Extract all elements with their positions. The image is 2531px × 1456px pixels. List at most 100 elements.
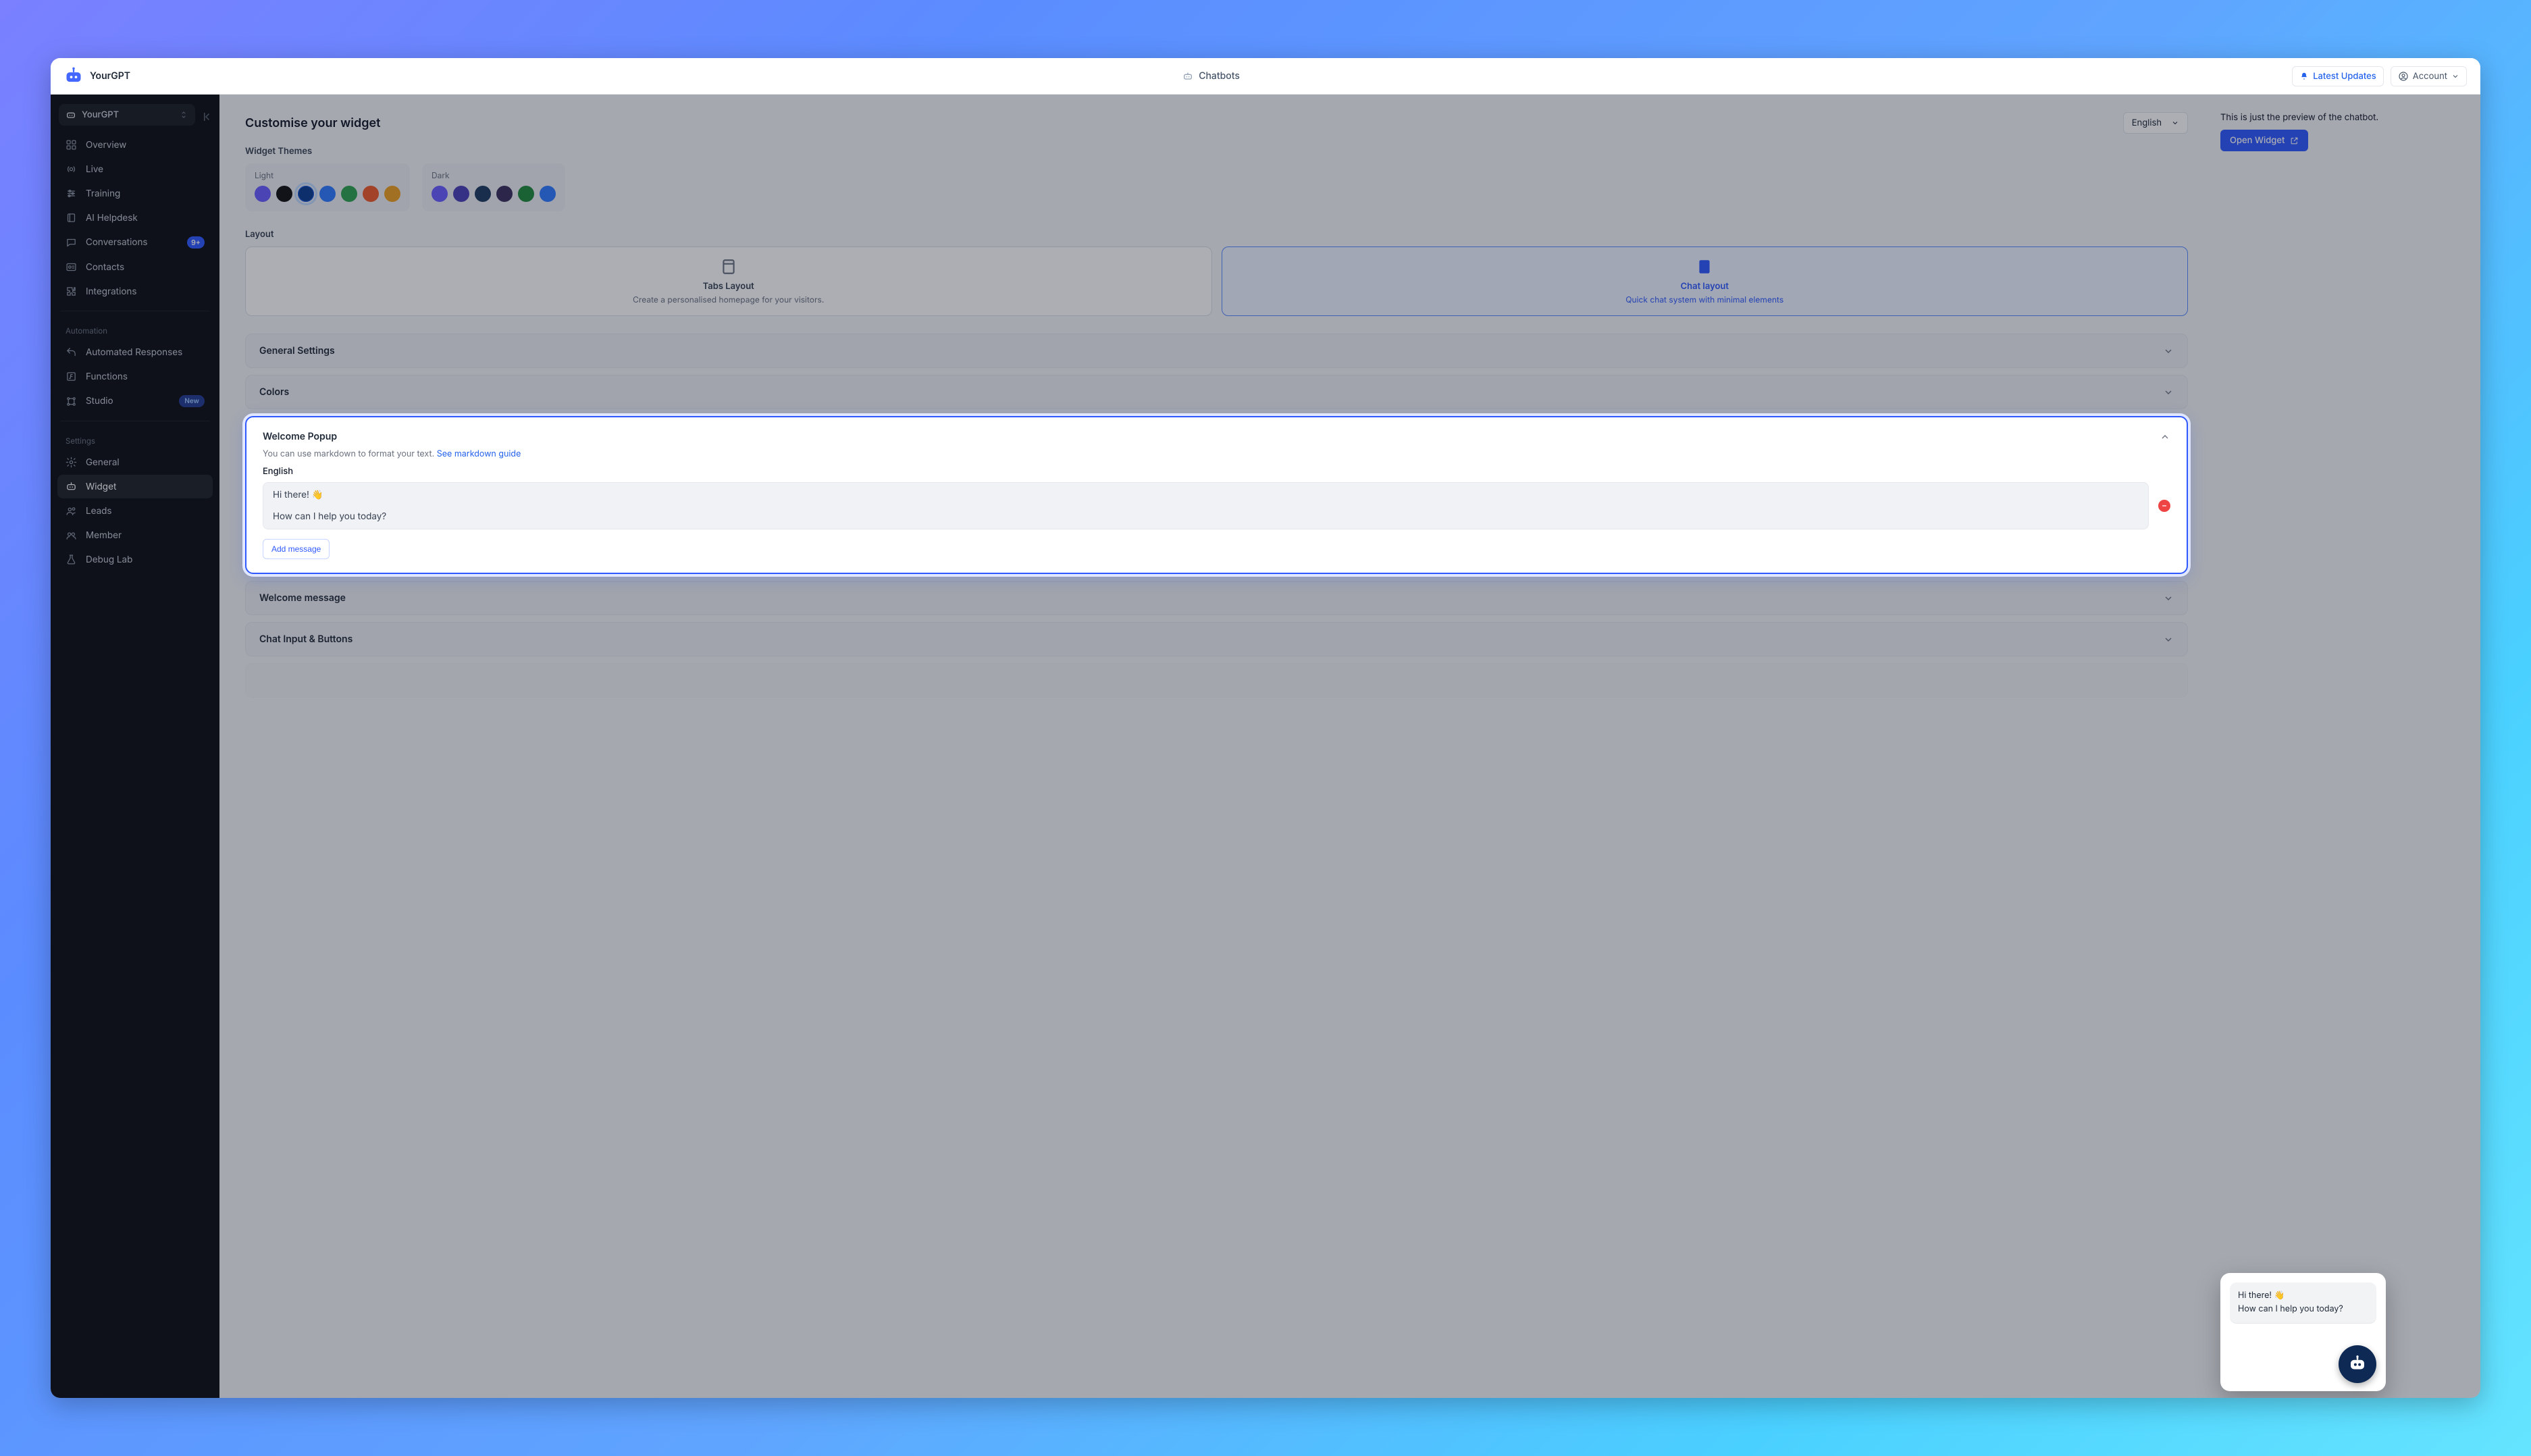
function-icon — [66, 371, 77, 382]
chevron-down-icon — [2171, 119, 2179, 127]
sidebar: YourGPT OverviewLiveTrainingAI HelpdeskC… — [51, 95, 219, 1398]
chat-icon — [66, 237, 77, 249]
chevron-down-icon — [2163, 346, 2174, 357]
gear-icon — [66, 457, 77, 468]
sidebar-item-label: Widget — [86, 482, 116, 492]
members-icon — [66, 529, 77, 541]
latest-updates-label: Latest Updates — [2313, 71, 2376, 82]
welcome-popup-message-input[interactable]: Hi there! 👋 How can I help you today? — [263, 482, 2149, 529]
flask-icon — [66, 554, 77, 565]
workspace-name: YourGPT — [82, 109, 174, 120]
theme-card-light: Light — [245, 163, 410, 211]
bot-mini-icon — [1182, 71, 1193, 82]
top-center-tab[interactable]: Chatbots — [130, 70, 2292, 82]
account-dropdown[interactable]: Account — [2391, 66, 2467, 86]
add-message-button[interactable]: Add message — [263, 539, 330, 559]
welcome-popup-help: You can use markdown to format your text… — [263, 449, 2170, 459]
puzzle-icon — [66, 286, 77, 297]
layout-tabs-title: Tabs Layout — [259, 281, 1198, 292]
accordion-partial[interactable] — [245, 663, 2188, 698]
accordion-general-title: General Settings — [259, 345, 335, 357]
page-language-value: English — [2132, 118, 2162, 128]
account-label: Account — [2413, 71, 2447, 82]
chevron-down-icon — [2451, 72, 2459, 80]
sidebar-item-live[interactable]: Live — [57, 157, 213, 181]
accordion-chat-input[interactable]: Chat Input & Buttons — [245, 622, 2188, 656]
open-widget-button[interactable]: Open Widget — [2220, 130, 2308, 151]
theme-light-label: Light — [255, 170, 400, 180]
sidebar-item-conversations[interactable]: Conversations9+ — [57, 230, 213, 255]
color-swatch[interactable] — [319, 186, 336, 202]
book-icon — [66, 212, 77, 224]
sidebar-item-training[interactable]: Training — [57, 182, 213, 205]
sidebar-item-label: Overview — [86, 140, 126, 151]
section-automation-label: Automation — [56, 318, 214, 340]
chevron-down-icon — [2163, 387, 2174, 398]
color-swatch[interactable] — [453, 186, 469, 202]
chevron-down-icon — [2163, 634, 2174, 645]
sidebar-item-label: Live — [86, 164, 103, 175]
accordion-welcome-popup-title: Welcome Popup — [263, 431, 337, 442]
sidebar-item-studio[interactable]: StudioNew — [57, 389, 213, 413]
sidebar-item-leads[interactable]: Leads — [57, 499, 213, 523]
chatbot-preview-card: Hi there! 👋 How can I help you today? — [2220, 1273, 2386, 1391]
color-swatch[interactable] — [475, 186, 491, 202]
sidebar-item-widget[interactable]: Widget — [57, 475, 213, 498]
theme-card-dark: Dark — [422, 163, 565, 211]
layout-tabs-desc: Create a personalised homepage for your … — [259, 294, 1198, 305]
sidebar-item-contacts[interactable]: Contacts — [57, 255, 213, 279]
accordion-partial-title — [259, 675, 262, 686]
topbar: YourGPT Chatbots Latest Updates Account — [51, 58, 2480, 95]
color-swatch[interactable] — [384, 186, 400, 202]
latest-updates-button[interactable]: Latest Updates — [2292, 66, 2384, 86]
accordion-welcome-popup[interactable]: Welcome Popup You can use markdown to fo… — [245, 416, 2188, 574]
page-language-select[interactable]: English — [2123, 112, 2188, 134]
collapse-sidebar-icon[interactable] — [202, 111, 214, 123]
layout-chat-title: Chat layout — [1236, 281, 2174, 292]
sidebar-item-functions[interactable]: Functions — [57, 365, 213, 388]
color-swatch[interactable] — [540, 186, 556, 202]
remove-message-button[interactable] — [2158, 500, 2170, 512]
sidebar-item-label: Debug Lab — [86, 554, 132, 565]
live-icon — [66, 163, 77, 175]
color-swatch[interactable] — [432, 186, 448, 202]
layout-option-chat[interactable]: Chat layout Quick chat system with minim… — [1222, 246, 2189, 316]
workspace-selector[interactable]: YourGPT — [59, 104, 195, 126]
chat-layout-icon — [1696, 258, 1713, 276]
layout-option-tabs[interactable]: Tabs Layout Create a personalised homepa… — [245, 246, 1212, 316]
reply-icon — [66, 346, 77, 358]
markdown-guide-link[interactable]: See markdown guide — [437, 449, 521, 459]
sidebar-item-debug-lab[interactable]: Debug Lab — [57, 548, 213, 571]
sidebar-item-label: Member — [86, 530, 122, 541]
accordion-colors[interactable]: Colors — [245, 375, 2188, 409]
sidebar-item-automated-responses[interactable]: Automated Responses — [57, 340, 213, 364]
themes-section-label: Widget Themes — [245, 146, 2188, 157]
sidebar-item-ai-helpdesk[interactable]: AI Helpdesk — [57, 206, 213, 230]
sidebar-item-label: Training — [86, 188, 120, 199]
accordion-general-settings[interactable]: General Settings — [245, 334, 2188, 368]
sidebar-item-integrations[interactable]: Integrations — [57, 280, 213, 303]
layout-section-label: Layout — [245, 229, 2188, 240]
users-icon — [66, 505, 77, 517]
accordion-welcome-message[interactable]: Welcome message — [245, 581, 2188, 615]
sidebar-item-overview[interactable]: Overview — [57, 133, 213, 157]
sidebar-item-member[interactable]: Member — [57, 523, 213, 547]
color-swatch[interactable] — [298, 186, 314, 202]
sidebar-item-general[interactable]: General — [57, 450, 213, 474]
color-swatch[interactable] — [363, 186, 379, 202]
page-title: Customise your widget — [245, 116, 381, 130]
color-swatch[interactable] — [276, 186, 292, 202]
open-widget-label: Open Widget — [2230, 135, 2285, 146]
chevron-up-icon — [2160, 432, 2170, 442]
sidebar-item-label: Contacts — [86, 262, 124, 273]
bot-icon — [66, 481, 77, 492]
theme-dark-label: Dark — [432, 170, 556, 180]
bell-icon — [2299, 72, 2309, 81]
chatbot-fab[interactable] — [2339, 1345, 2376, 1383]
user-card-icon — [66, 261, 77, 273]
color-swatch[interactable] — [255, 186, 271, 202]
color-swatch[interactable] — [341, 186, 357, 202]
color-swatch[interactable] — [518, 186, 534, 202]
color-swatch[interactable] — [496, 186, 513, 202]
badge-count: 9+ — [187, 236, 205, 249]
